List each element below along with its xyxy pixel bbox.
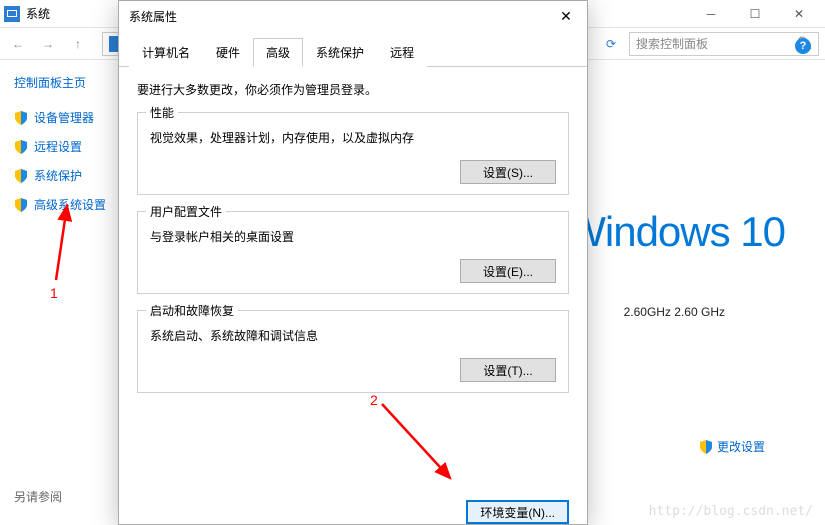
tab-computer-name[interactable]: 计算机名 [129, 38, 203, 67]
control-panel-home-link[interactable]: 控制面板主页 [14, 74, 124, 91]
sidebar-item-label: 系统保护 [34, 167, 82, 184]
close-button[interactable]: ✕ [777, 0, 821, 28]
environment-variables-button[interactable]: 环境变量(N)... [466, 500, 569, 524]
sidebar-item-advanced[interactable]: 高级系统设置 [14, 196, 124, 213]
window-title: 系统 [26, 5, 50, 22]
minimize-button[interactable]: ─ [689, 0, 733, 28]
startup-recovery-settings-button[interactable]: 设置(T)... [460, 358, 556, 382]
watermark: http://blog.csdn.net/ [649, 504, 813, 519]
performance-desc: 视觉效果，处理器计划，内存使用，以及虚拟内存 [150, 129, 556, 146]
annotation-number-1: 1 [50, 285, 58, 301]
shield-icon [14, 140, 28, 154]
tab-advanced[interactable]: 高级 [253, 38, 303, 67]
shield-icon [699, 440, 713, 454]
sidebar-item-label: 远程设置 [34, 138, 82, 155]
user-profiles-title: 用户配置文件 [146, 203, 226, 220]
admin-note: 要进行大多数更改，你必须作为管理员登录。 [137, 81, 569, 98]
see-also-label: 另请参阅 [14, 488, 62, 505]
sidebar-item-label: 设备管理器 [34, 109, 94, 126]
startup-recovery-group: 启动和故障恢复 系统启动、系统故障和调试信息 设置(T)... [137, 310, 569, 393]
user-profiles-settings-button[interactable]: 设置(E)... [460, 259, 556, 283]
sidebar-item-protection[interactable]: 系统保护 [14, 167, 124, 184]
cpu-speed: 2.60GHz 2.60 GHz [624, 305, 725, 319]
user-profiles-desc: 与登录帐户相关的桌面设置 [150, 228, 556, 245]
annotation-number-2: 2 [370, 392, 378, 408]
up-button[interactable]: ↑ [66, 32, 90, 56]
search-input[interactable]: 搜索控制面板 🔍 [629, 32, 819, 56]
sidebar: 控制面板主页 设备管理器 远程设置 系统保护 高级系统设置 [0, 60, 130, 525]
dialog-close-button[interactable]: ✕ [545, 1, 587, 31]
tab-protection[interactable]: 系统保护 [303, 38, 377, 67]
user-profiles-group: 用户配置文件 与登录帐户相关的桌面设置 设置(E)... [137, 211, 569, 294]
tab-hardware[interactable]: 硬件 [203, 38, 253, 67]
refresh-button[interactable]: ⟳ [599, 32, 623, 56]
tab-remote[interactable]: 远程 [377, 38, 427, 67]
shield-icon [14, 198, 28, 212]
sidebar-item-label: 高级系统设置 [34, 196, 106, 213]
performance-group: 性能 视觉效果，处理器计划，内存使用，以及虚拟内存 设置(S)... [137, 112, 569, 195]
back-button[interactable]: ← [6, 32, 30, 56]
sidebar-item-remote[interactable]: 远程设置 [14, 138, 124, 155]
performance-settings-button[interactable]: 设置(S)... [460, 160, 556, 184]
change-settings-link[interactable]: 更改设置 [699, 438, 765, 455]
shield-icon [14, 111, 28, 125]
search-placeholder: 搜索控制面板 [636, 35, 708, 52]
dialog-tabs: 计算机名 硬件 高级 系统保护 远程 [119, 31, 587, 67]
dialog-title: 系统属性 [119, 1, 587, 31]
shield-icon [14, 169, 28, 183]
sidebar-item-device-manager[interactable]: 设备管理器 [14, 109, 124, 126]
dialog-body: 要进行大多数更改，你必须作为管理员登录。 性能 视觉效果，处理器计划，内存使用，… [119, 67, 587, 500]
change-settings-label: 更改设置 [717, 438, 765, 455]
system-properties-dialog: 系统属性 ✕ 计算机名 硬件 高级 系统保护 远程 要进行大多数更改，你必须作为… [118, 0, 588, 525]
help-icon[interactable]: ? [795, 38, 811, 54]
forward-button[interactable]: → [36, 32, 60, 56]
startup-recovery-desc: 系统启动、系统故障和调试信息 [150, 327, 556, 344]
startup-recovery-title: 启动和故障恢复 [146, 302, 238, 319]
os-brand: Windows 10 [566, 208, 785, 256]
system-icon [4, 6, 20, 22]
maximize-button[interactable]: ☐ [733, 0, 777, 28]
performance-title: 性能 [146, 104, 178, 121]
